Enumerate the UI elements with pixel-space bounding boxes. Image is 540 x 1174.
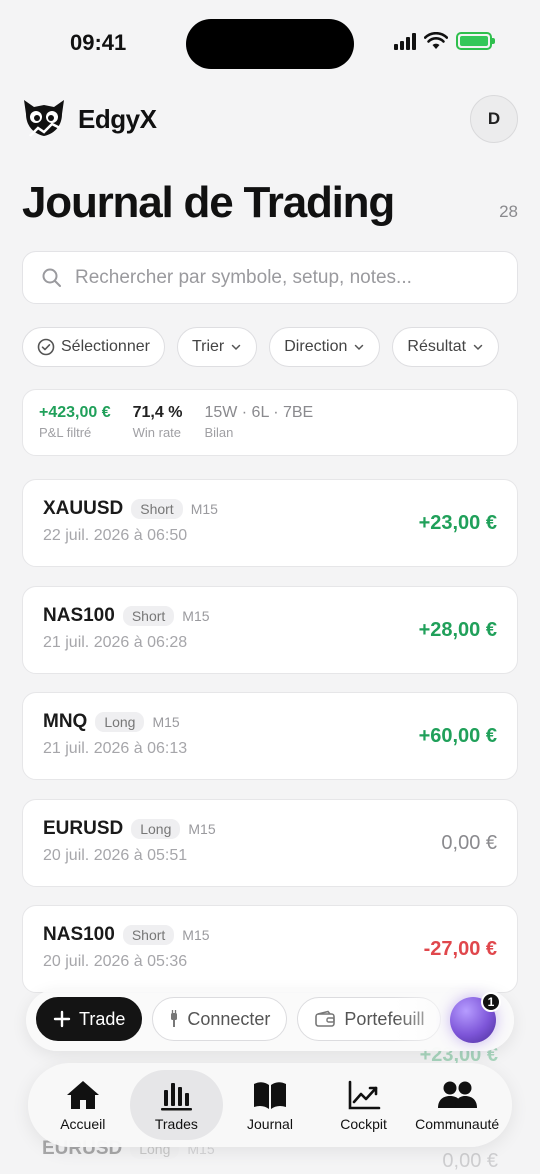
tab-journal[interactable]: Journal	[223, 1070, 317, 1140]
page-title: Journal de Trading	[22, 178, 395, 227]
winrate-stat: 71,4 % Win rate	[133, 404, 183, 441]
chevron-down-icon	[355, 344, 364, 351]
trade-card[interactable]: XAUUSD Short M15 22 juil. 2026 à 06:50 +…	[22, 479, 518, 567]
tab-cockpit-label: Cockpit	[340, 1116, 387, 1132]
timeframe: M15	[190, 501, 218, 517]
trade-symbol: NAS100	[43, 604, 115, 626]
trade-count: 28	[499, 202, 518, 221]
search-icon	[42, 268, 61, 287]
app-header: EdgyX D	[22, 95, 518, 143]
select-chip[interactable]: Sélectionner	[22, 327, 165, 367]
trade-symbol: EURUSD	[43, 817, 124, 839]
tab-trades[interactable]: Trades	[129, 1070, 224, 1140]
pnl-value: +423,00 €	[39, 404, 111, 421]
winrate-label: Win rate	[132, 425, 182, 440]
trade-pnl: 0,00 €	[442, 1150, 498, 1172]
check-circle-icon	[37, 338, 55, 356]
winrate-value: 71,4 %	[132, 404, 183, 421]
select-chip-label: Sélectionner	[61, 338, 150, 355]
timeframe: M15	[188, 820, 216, 837]
trade-card[interactable]: MNQ Long M15 21 juil. 2026 à 06:13 +60,0…	[22, 692, 518, 780]
trade-card[interactable]: NAS100 Short M15 20 juil. 2026 à 05:36 -…	[22, 905, 518, 993]
tab-trades-label: Trades	[154, 1116, 198, 1132]
trade-pnl: +60,00 €	[418, 725, 497, 747]
trade-symbol: NAS100	[43, 924, 115, 945]
sort-chip-label: Trier	[191, 338, 225, 355]
house-icon	[66, 1081, 99, 1109]
plus-icon	[53, 1010, 71, 1028]
tab-cockpit[interactable]: Cockpit	[317, 1070, 411, 1140]
connect-label: Connecter	[187, 1008, 271, 1029]
record-value: 15W · 6L · 7BE	[204, 404, 314, 421]
trade-date: 20 juil. 2026 à 05:51	[43, 846, 188, 864]
record-label: Bilan	[204, 425, 234, 440]
status-bar: 09:41	[0, 0, 540, 88]
direction-badge: Short	[131, 499, 183, 519]
new-trade-button[interactable]: Trade	[36, 997, 143, 1041]
direction-badge: Long	[131, 818, 181, 839]
trade-card[interactable]: NAS100 Short M15 21 juil. 2026 à 06:28 +…	[22, 585, 518, 674]
trend-chart-icon	[348, 1080, 380, 1110]
timeframe: M15	[182, 927, 210, 943]
wifi-icon	[424, 32, 448, 49]
chevron-down-icon	[473, 344, 483, 351]
connect-button[interactable]: Connecter	[152, 997, 288, 1041]
sort-chip[interactable]: Trier	[176, 327, 258, 367]
pnl-label: P&L filtré	[39, 425, 92, 440]
signal-icon	[394, 32, 416, 50]
record-stat: 15W · 6L · 7BE Bilan	[204, 404, 313, 441]
quick-action-bar: Trade Connecter Portefeuill	[26, 989, 514, 1051]
chevron-down-icon	[232, 344, 241, 351]
app-name: EdgyX	[78, 103, 157, 134]
search-bar[interactable]	[22, 251, 518, 304]
tab-community[interactable]: Communauté	[410, 1070, 504, 1140]
battery-icon	[456, 32, 495, 50]
new-trade-label: Trade	[79, 1008, 126, 1029]
plug-icon	[171, 1010, 178, 1027]
avatar[interactable]: D	[470, 95, 518, 143]
people-icon	[438, 1081, 478, 1108]
trade-pnl: 0,00 €	[441, 831, 497, 854]
trade-symbol: MNQ	[43, 711, 88, 732]
status-icons	[394, 32, 495, 50]
tab-community-label: Communauté	[415, 1116, 500, 1132]
direction-badge: Long	[95, 712, 145, 732]
direction-badge: Short	[122, 605, 175, 626]
tab-home-label: Accueil	[60, 1116, 106, 1132]
pnl-stat: +423,00 € P&L filtré	[39, 404, 111, 441]
tab-bar: Accueil Trades Journal Cockpit Communaut…	[28, 1063, 512, 1147]
result-chip-label: Résultat	[407, 338, 467, 355]
direction-badge: Short	[122, 925, 175, 945]
trade-symbol: XAUUSD	[43, 498, 124, 519]
trade-pnl: +23,00 €	[418, 512, 497, 534]
timeframe: M15	[182, 607, 210, 624]
search-input[interactable]	[75, 266, 495, 289]
status-time: 09:41	[70, 30, 127, 55]
trade-pnl: +28,00 €	[418, 618, 497, 641]
wallet-icon	[315, 1010, 336, 1027]
tab-home[interactable]: Accueil	[36, 1070, 130, 1140]
book-icon	[253, 1082, 286, 1109]
trade-card[interactable]: EURUSD Long M15 20 juil. 2026 à 05:51 0,…	[22, 798, 518, 887]
notification-badge: 1	[481, 992, 501, 1012]
filter-chips: Sélectionner Trier Direction Résultat	[22, 327, 500, 367]
trade-pnl: -27,00 €	[423, 938, 497, 960]
owl-logo-icon	[24, 100, 64, 137]
direction-chip-label: Direction	[284, 338, 348, 355]
result-chip[interactable]: Résultat	[392, 327, 500, 367]
trade-list: XAUUSD Short M15 22 juil. 2026 à 06:50 +…	[22, 479, 518, 1012]
summary-card: +423,00 € P&L filtré 71,4 % Win rate 15W…	[22, 389, 518, 456]
tab-journal-label: Journal	[247, 1116, 293, 1132]
timeframe: M15	[152, 714, 180, 730]
direction-chip[interactable]: Direction	[269, 327, 381, 367]
dynamic-island	[186, 19, 354, 69]
bar-chart-icon	[161, 1083, 193, 1111]
